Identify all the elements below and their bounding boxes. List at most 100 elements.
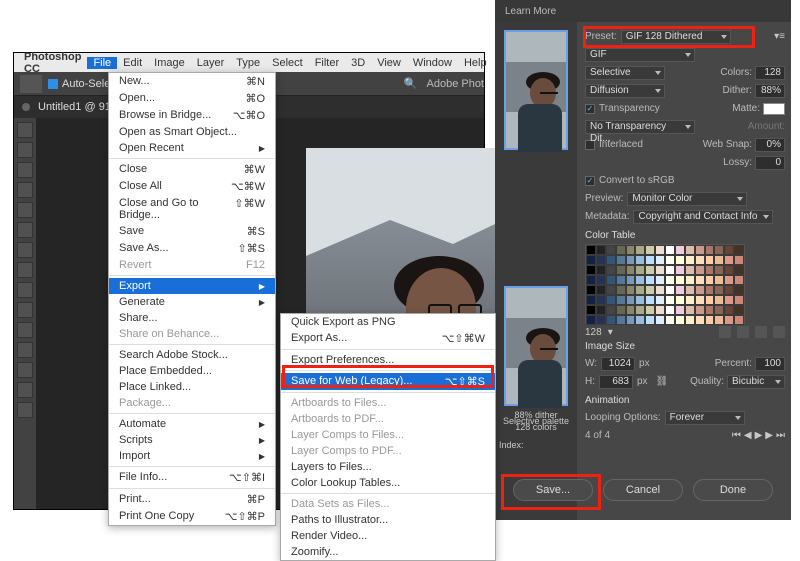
- file-menu-item[interactable]: Automate: [109, 416, 275, 432]
- websnap-field[interactable]: 0%: [755, 138, 785, 152]
- file-menu-item[interactable]: File Info...⌥⇧⌘I: [109, 469, 275, 486]
- file-menu-item[interactable]: Open...⌘O: [109, 90, 275, 107]
- file-menu-item[interactable]: Export: [109, 278, 275, 294]
- pen-tool-icon[interactable]: [17, 322, 33, 338]
- shape-tool-icon[interactable]: [17, 362, 33, 378]
- crop-tool-icon[interactable]: [17, 202, 33, 218]
- lasso-tool-icon[interactable]: [17, 162, 33, 178]
- matte-swatch[interactable]: [763, 103, 785, 115]
- export-menu-item[interactable]: Layers to Files...: [281, 459, 495, 475]
- cancel-button[interactable]: Cancel: [603, 479, 683, 501]
- export-menu-item[interactable]: Save for Web (Legacy)...⌥⇧⌘S: [281, 373, 495, 390]
- preset-menu-icon[interactable]: ▾≡: [774, 31, 785, 42]
- menu-3d[interactable]: 3D: [345, 57, 371, 69]
- marquee-tool-icon[interactable]: [17, 142, 33, 158]
- file-menu-item[interactable]: Print...⌘P: [109, 491, 275, 508]
- file-menu-item[interactable]: Open Recent: [109, 140, 275, 156]
- link-icon[interactable]: ⛓: [656, 376, 669, 387]
- preview-thumb[interactable]: [504, 30, 568, 150]
- menu-filter[interactable]: Filter: [309, 57, 345, 69]
- file-menu-item[interactable]: Save⌘S: [109, 223, 275, 240]
- file-menu-item[interactable]: Browse in Bridge...⌥⌘O: [109, 107, 275, 124]
- brush-tool-icon[interactable]: [17, 242, 33, 258]
- file-menu-item[interactable]: New...⌘N: [109, 73, 275, 90]
- home-icon[interactable]: [20, 75, 42, 93]
- prev-frame-icon[interactable]: ◀: [744, 430, 752, 441]
- metadata-select[interactable]: Copyright and Contact Info: [633, 210, 773, 224]
- last-frame-icon[interactable]: ⏭: [776, 430, 785, 441]
- dither-field[interactable]: 88%: [755, 84, 785, 98]
- preview-thumb-2[interactable]: [504, 286, 568, 406]
- format-select[interactable]: GIF: [585, 48, 695, 62]
- learn-more-tab[interactable]: Learn More: [495, 0, 791, 22]
- hand-tool-icon[interactable]: [17, 382, 33, 398]
- eraser-tool-icon[interactable]: [17, 282, 33, 298]
- move-tool-icon[interactable]: [17, 122, 33, 138]
- file-menu-item[interactable]: Close All⌥⌘W: [109, 178, 275, 195]
- file-menu-item[interactable]: Import: [109, 448, 275, 464]
- done-button[interactable]: Done: [693, 479, 773, 501]
- height-field[interactable]: 683: [599, 375, 633, 389]
- zoom-tool-icon[interactable]: [17, 402, 33, 418]
- color-table[interactable]: [585, 244, 745, 324]
- dither-method-select[interactable]: Diffusion: [585, 84, 665, 98]
- export-menu-item[interactable]: Color Lookup Tables...: [281, 475, 495, 491]
- lossy-field[interactable]: 0: [755, 156, 785, 170]
- percent-field[interactable]: 100: [755, 357, 785, 371]
- save-button[interactable]: Save...: [513, 479, 593, 501]
- file-menu-item[interactable]: Close and Go to Bridge...⇧⌘W: [109, 195, 275, 223]
- play-icon[interactable]: ▶: [755, 430, 763, 441]
- transparency-checkbox[interactable]: ✓: [585, 104, 595, 114]
- wand-tool-icon[interactable]: [17, 182, 33, 198]
- menu-help[interactable]: Help: [458, 57, 493, 69]
- eyedropper-tool-icon[interactable]: [17, 222, 33, 238]
- search-icon[interactable]: 🔍: [403, 77, 419, 90]
- srgb-checkbox[interactable]: ✓: [585, 176, 595, 186]
- menu-type[interactable]: Type: [230, 57, 266, 69]
- colors-field[interactable]: 128: [755, 66, 785, 80]
- export-menu-item[interactable]: Zoomify...: [281, 544, 495, 560]
- menu-layer[interactable]: Layer: [191, 57, 231, 69]
- width-field[interactable]: 1024: [601, 357, 635, 371]
- export-menu-item[interactable]: Export Preferences...: [281, 352, 495, 368]
- ct-lock-icon[interactable]: [755, 326, 767, 338]
- trans-dither-select[interactable]: No Transparency Dit...: [585, 120, 695, 134]
- file-menu-item[interactable]: Search Adobe Stock...: [109, 347, 275, 363]
- close-tab-icon[interactable]: [22, 103, 30, 111]
- file-menu-item[interactable]: Generate: [109, 294, 275, 310]
- ct-map-icon[interactable]: [737, 326, 749, 338]
- next-frame-icon[interactable]: ▶: [765, 430, 773, 441]
- loop-select[interactable]: Forever: [665, 411, 745, 425]
- menu-select[interactable]: Select: [266, 57, 309, 69]
- file-menu-item[interactable]: Open as Smart Object...: [109, 124, 275, 140]
- menu-edit[interactable]: Edit: [117, 57, 148, 69]
- file-menu-item[interactable]: Save As...⇧⌘S: [109, 240, 275, 257]
- ct-trash-icon[interactable]: [773, 326, 785, 338]
- ct-count-dropdown-icon[interactable]: ▾: [608, 327, 613, 338]
- file-menu-item[interactable]: Place Linked...: [109, 379, 275, 395]
- reduction-select[interactable]: Selective: [585, 66, 665, 80]
- ct-add-icon[interactable]: [719, 326, 731, 338]
- preset-select[interactable]: GIF 128 Dithered: [621, 30, 731, 44]
- export-menu-item[interactable]: Export As...⌥⇧⌘W: [281, 330, 495, 347]
- file-menu-item[interactable]: Place Embedded...: [109, 363, 275, 379]
- file-menu-item[interactable]: Scripts: [109, 432, 275, 448]
- text-tool-icon[interactable]: [17, 342, 33, 358]
- file-menu-item[interactable]: Close⌘W: [109, 161, 275, 178]
- file-menu-item[interactable]: Print One Copy⌥⇧⌘P: [109, 508, 275, 525]
- export-menu-item[interactable]: Quick Export as PNG: [281, 314, 495, 330]
- file-menu-item[interactable]: Share...: [109, 310, 275, 326]
- menu-view[interactable]: View: [371, 57, 407, 69]
- app-name[interactable]: Photoshop CC: [18, 51, 87, 75]
- auto-select-checkbox[interactable]: [48, 79, 58, 89]
- export-menu-item[interactable]: Paths to Illustrator...: [281, 512, 495, 528]
- stamp-tool-icon[interactable]: [17, 262, 33, 278]
- export-menu-item[interactable]: Render Video...: [281, 528, 495, 544]
- first-frame-icon[interactable]: ⏮: [732, 430, 741, 441]
- quality-select[interactable]: Bicubic: [727, 375, 785, 389]
- preview-select[interactable]: Monitor Color: [627, 192, 747, 206]
- menu-window[interactable]: Window: [407, 57, 458, 69]
- gradient-tool-icon[interactable]: [17, 302, 33, 318]
- menu-image[interactable]: Image: [148, 57, 191, 69]
- menu-file[interactable]: File: [87, 57, 117, 69]
